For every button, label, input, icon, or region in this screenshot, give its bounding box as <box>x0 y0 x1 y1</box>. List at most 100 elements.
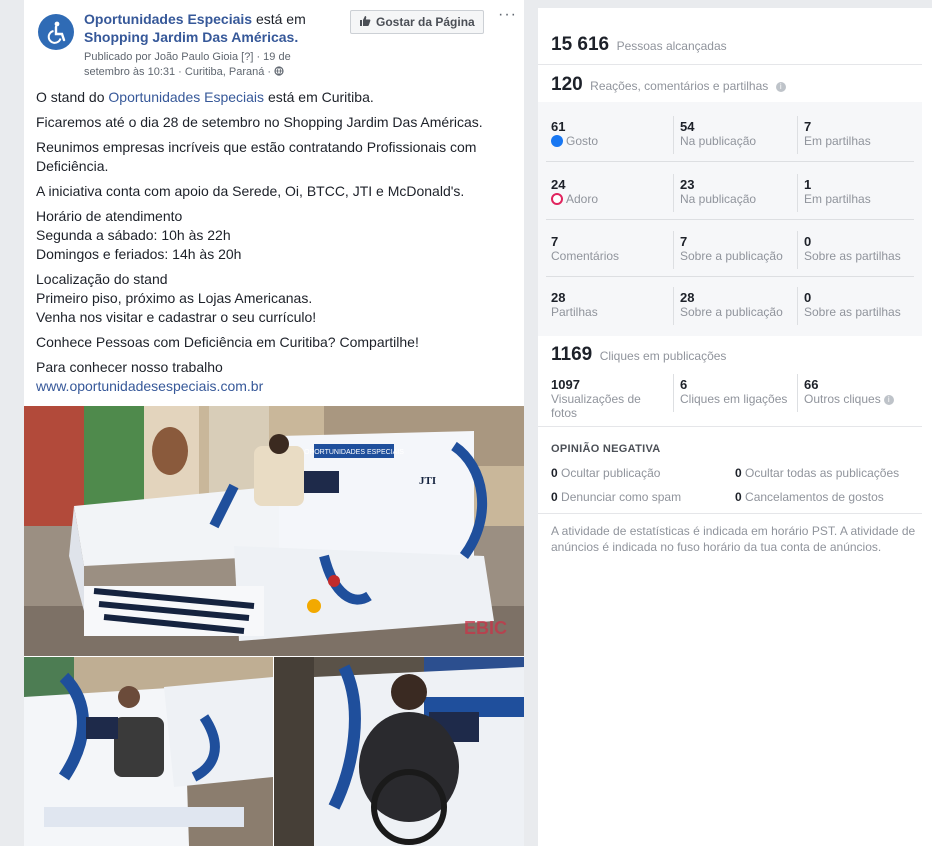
unlikes-stat: 0 Cancelamentos de gostos <box>735 490 884 504</box>
stat-number: 1 <box>804 177 812 192</box>
post-paragraph: Para conhecer nosso trabalho www.oportun… <box>36 358 516 396</box>
post-paragraph: Reunimos empresas incríveis que estão co… <box>36 139 477 174</box>
stat-number: 66 <box>804 377 819 392</box>
love-cell: 24 Adoro <box>551 178 598 206</box>
post-paragraph: Conhece Pessoas com Deficiência em Curit… <box>36 334 419 350</box>
hide-post-stat: 0 Ocultar publicação <box>551 466 660 480</box>
svg-text:EBIC: EBIC <box>464 618 507 638</box>
stat-label: Sobre a publicação <box>680 305 783 319</box>
stat-label: Na publicação <box>680 134 757 148</box>
post-photo-tertiary[interactable] <box>274 657 524 846</box>
post-meta: Publicado por João Paulo Gioia [?] · 19 … <box>84 50 334 80</box>
stat-number: 7 <box>804 119 812 134</box>
stat-label: Outros cliques <box>804 392 881 406</box>
link-clicks-cell: 6 Cliques em ligações <box>680 377 788 407</box>
page-background-top <box>538 0 932 8</box>
post-paragraph: Ficaremos até o dia 28 de setembro no Sh… <box>36 114 483 130</box>
divider <box>538 426 922 427</box>
reach-label: Pessoas alcançadas <box>616 39 727 53</box>
stat-label: Sobre as partilhas <box>804 305 901 319</box>
shares-label: Partilhas <box>551 305 598 319</box>
stat-label: Sobre as partilhas <box>804 249 901 263</box>
shares-count: 28 <box>551 290 566 305</box>
divider <box>797 174 798 212</box>
divider <box>546 161 914 162</box>
stat-label: Na publicação <box>680 192 757 206</box>
page-mention-link[interactable]: Oportunidades Especiais <box>108 89 264 105</box>
insights-footnote: A atividade de estatísticas é indicada e… <box>551 524 916 554</box>
thumbs-up-icon <box>359 15 371 30</box>
divider <box>673 174 674 212</box>
stat-number: 1097 <box>551 377 580 392</box>
like-page-button[interactable]: Gostar da Página <box>350 10 484 34</box>
love-reaction-icon <box>551 193 563 205</box>
post-paragraph: Localização do stand Primeiro piso, próx… <box>36 270 516 327</box>
page-name-link[interactable]: Oportunidades Especiais <box>84 11 252 27</box>
divider <box>673 116 674 154</box>
comments-count: 7 <box>551 234 559 249</box>
shares-cell: 28 Partilhas <box>551 290 598 320</box>
post-body: O stand do Oportunidades Especiais está … <box>36 88 516 402</box>
stat-label: Sobre a publicação <box>680 249 783 263</box>
comments-on-shares-cell: 0 Sobre as partilhas <box>804 235 901 264</box>
post-paragraph: Horário de atendimento Segunda a sábado:… <box>36 207 516 264</box>
post-photo-main[interactable]: OPORTUNIDADES ESPECIAIS JTI EBIC <box>24 406 524 656</box>
stat-label: Em partilhas <box>804 192 871 206</box>
divider <box>538 513 922 514</box>
clicks-label: Cliques em publicações <box>599 349 727 363</box>
divider <box>797 231 798 269</box>
stat-number: 7 <box>680 234 688 249</box>
love-count: 24 <box>551 177 566 192</box>
photo-brand-text: JTI <box>419 475 436 487</box>
like-reaction-icon <box>551 135 563 147</box>
post-text: O stand do <box>36 89 105 105</box>
stat-label: Ocultar todas as publicações <box>745 466 900 480</box>
stat-label: Em partilhas <box>804 134 871 148</box>
comments-on-post-cell: 7 Sobre a publicação <box>680 234 783 264</box>
likes-count: 61 <box>551 119 566 134</box>
divider <box>538 64 922 65</box>
shares-on-shares-cell: 0 Sobre as partilhas <box>804 291 901 320</box>
divider <box>797 116 798 154</box>
post-insights-panel: 15 616 Pessoas alcançadas 120 Reações, c… <box>538 8 922 846</box>
divider <box>673 374 674 412</box>
likes-on-shares-cell: 7 Em partilhas <box>804 119 871 149</box>
negative-feedback-title: OPINIÃO NEGATIVA <box>551 443 661 455</box>
likes-label: Gosto <box>566 134 599 148</box>
page-background-left <box>0 0 24 846</box>
info-icon[interactable]: i <box>883 395 894 405</box>
divider <box>673 287 674 325</box>
post-header: Oportunidades Especiais está em <box>84 11 306 27</box>
love-label: Adoro <box>566 192 599 206</box>
stat-label: Denunciar como spam <box>561 490 682 504</box>
more-options-button[interactable]: ··· <box>498 6 517 24</box>
comments-cell: 7 Comentários <box>551 234 619 264</box>
post-text: Domingos e feriados: 14h às 20h <box>36 246 242 262</box>
report-spam-stat: 0 Denunciar como spam <box>551 490 681 504</box>
stat-number: 0 <box>735 466 742 480</box>
post-text: está em Curitiba. <box>267 89 374 105</box>
like-page-label: Gostar da Página <box>376 15 475 29</box>
stat-label: Cliques em ligações <box>680 392 788 406</box>
other-clicks-cell: 66 Outros cliques i <box>804 378 894 406</box>
divider <box>673 231 674 269</box>
stat-number: 0 <box>551 466 558 480</box>
is-at-text: está em <box>255 11 306 27</box>
stat-number: 0 <box>735 490 742 504</box>
post-place-line: Shopping Jardim Das Américas. <box>84 29 298 45</box>
post-text: Segunda a sábado: 10h às 22h <box>36 227 231 243</box>
info-icon[interactable]: i <box>775 82 786 92</box>
globe-icon <box>274 66 284 78</box>
love-on-shares-cell: 1 Em partilhas <box>804 177 871 207</box>
stat-number: 6 <box>680 377 688 392</box>
website-link[interactable]: www.oportunidadesespeciais.com.br <box>36 377 516 396</box>
post-paragraph: A iniciativa conta com apoio da Serede, … <box>36 183 465 199</box>
love-on-post-cell: 23 Na publicação <box>680 178 757 207</box>
post-paragraph: O stand do Oportunidades Especiais está … <box>36 88 516 107</box>
hide-all-posts-stat: 0 Ocultar todas as publicações <box>735 466 899 480</box>
page-avatar[interactable] <box>38 14 74 50</box>
likes-on-post-cell: 54 Na publicação <box>680 120 757 149</box>
engagement-value: 120 <box>551 74 583 95</box>
post-photo-secondary[interactable] <box>24 657 273 846</box>
place-link[interactable]: Shopping Jardim Das Américas. <box>84 29 298 45</box>
